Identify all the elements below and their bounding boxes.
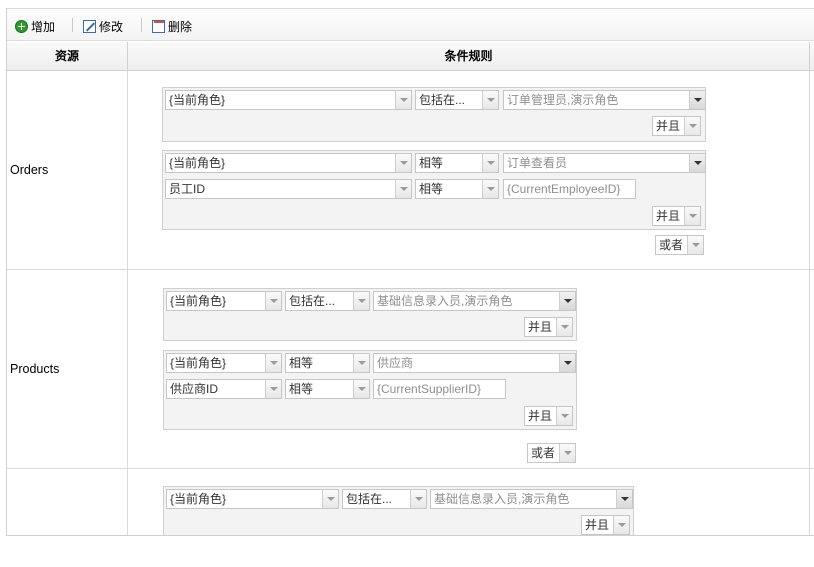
- operator-select[interactable]: 包括在...: [415, 90, 499, 110]
- column-header-rule: 条件规则: [128, 42, 810, 70]
- rule-cell: {当前角色} 包括在... 基础信息录入员,演示角色 并且 {当前角色} 相等 …: [128, 270, 810, 468]
- toolbar-separator: [141, 18, 142, 32]
- and-connector-select[interactable]: 并且: [524, 317, 573, 337]
- add-icon: [15, 19, 28, 33]
- rule-and-group: {当前角色} 相等 供应商 供应商ID 相等 {CurrentSupplierI…: [163, 350, 577, 430]
- value-select[interactable]: 订单管理员,演示角色: [503, 90, 706, 110]
- operator-select[interactable]: 包括在...: [342, 489, 427, 509]
- toolbar: 增加 修改 删除: [7, 9, 814, 41]
- field-select[interactable]: {当前角色}: [165, 153, 412, 173]
- value-select[interactable]: 供应商: [373, 353, 576, 373]
- resource-cell: Orders: [7, 71, 128, 269]
- rule-cell: {当前角色} 包括在... 基础信息录入员,演示角色 并且: [128, 469, 810, 535]
- rule-and-group: {当前角色} 包括在... 基础信息录入员,演示角色 并且: [163, 288, 577, 341]
- table-row: Orders {当前角色} 包括在... 订单管理员,演示角色 并且 {当前角色…: [7, 71, 814, 270]
- rule-or-block: {当前角色} 包括在... 订单管理员,演示角色 并且 {当前角色} 相等 订单…: [140, 81, 708, 259]
- field-select[interactable]: {当前角色}: [166, 489, 339, 509]
- field-select[interactable]: 员工ID: [165, 179, 412, 199]
- rule-and-group: {当前角色} 包括在... 基础信息录入员,演示角色 并且: [163, 486, 634, 535]
- rule-cell: {当前角色} 包括在... 订单管理员,演示角色 并且 {当前角色} 相等 订单…: [128, 71, 810, 269]
- toolbar-separator: [72, 18, 73, 32]
- table-row: Products {当前角色} 包括在... 基础信息录入员,演示角色 并且 {…: [7, 270, 814, 469]
- field-select[interactable]: 供应商ID: [166, 379, 282, 399]
- or-connector-select[interactable]: 或者: [527, 443, 576, 463]
- field-select[interactable]: {当前角色}: [166, 291, 282, 311]
- operator-select[interactable]: 相等: [285, 353, 370, 373]
- field-select[interactable]: {当前角色}: [166, 353, 282, 373]
- table-header: 资源 条件规则: [7, 42, 814, 71]
- operator-select[interactable]: 相等: [415, 153, 499, 173]
- and-connector-select[interactable]: 并且: [652, 116, 701, 136]
- value-select[interactable]: 基础信息录入员,演示角色: [373, 291, 576, 311]
- operator-select[interactable]: 相等: [285, 379, 370, 399]
- value-select[interactable]: 订单查看员: [503, 153, 706, 173]
- delete-label: 删除: [168, 19, 193, 34]
- delete-icon: [152, 19, 165, 33]
- rule-and-group: {当前角色} 包括在... 订单管理员,演示角色 并且: [162, 87, 706, 142]
- delete-button[interactable]: 删除: [152, 17, 192, 35]
- or-connector-select[interactable]: 或者: [655, 235, 704, 255]
- and-connector-select[interactable]: 并且: [652, 206, 701, 226]
- value-input[interactable]: {CurrentEmployeeID}: [503, 179, 636, 199]
- edit-button[interactable]: 修改: [83, 17, 123, 35]
- operator-select[interactable]: 相等: [415, 179, 499, 199]
- permission-rules-panel: 增加 修改 删除 资源 条件规则 Orders {当前角色} 包括在... 订单…: [6, 8, 814, 536]
- add-label: 增加: [31, 19, 56, 34]
- resource-cell: Products: [7, 270, 128, 468]
- edit-label: 修改: [99, 19, 124, 34]
- field-select[interactable]: {当前角色}: [165, 90, 412, 110]
- column-header-resource: 资源: [7, 42, 128, 70]
- add-button[interactable]: 增加: [15, 17, 55, 35]
- value-select[interactable]: 基础信息录入员,演示角色: [430, 489, 633, 509]
- operator-select[interactable]: 包括在...: [285, 291, 370, 311]
- and-connector-select[interactable]: 并且: [524, 406, 573, 426]
- edit-icon: [83, 19, 96, 33]
- resource-cell: [7, 469, 128, 535]
- rule-and-group: {当前角色} 相等 订单查看员 员工ID 相等 {CurrentEmployee…: [162, 150, 706, 230]
- value-input[interactable]: {CurrentSupplierID}: [373, 379, 506, 399]
- and-connector-select[interactable]: 并且: [581, 515, 630, 535]
- table-row: {当前角色} 包括在... 基础信息录入员,演示角色 并且: [7, 469, 814, 535]
